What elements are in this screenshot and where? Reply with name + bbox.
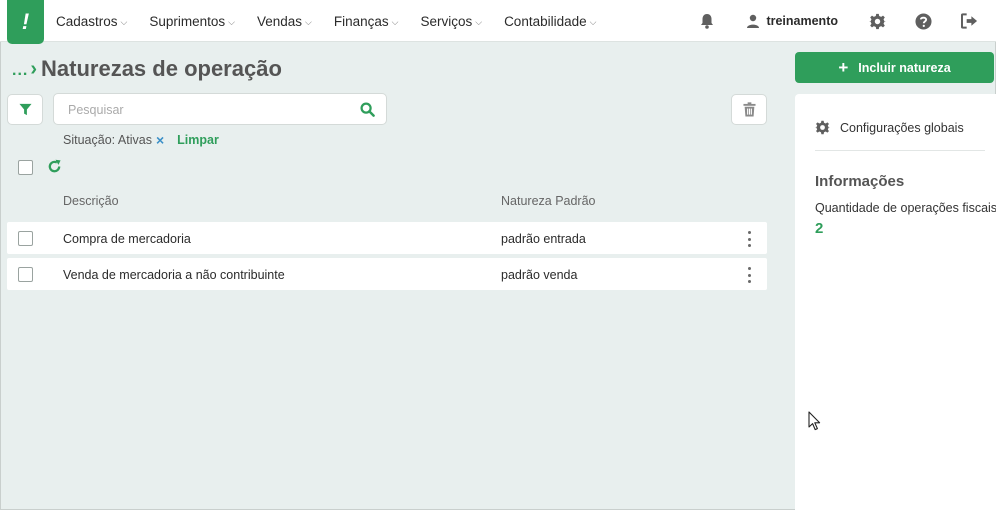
username: treinamento [766,14,838,28]
help-icon[interactable] [912,10,934,32]
kebab-icon[interactable] [743,231,755,247]
user-menu[interactable]: treinamento [746,14,838,28]
page-title: Naturezas de operação [41,56,282,81]
kebab-icon[interactable] [743,267,755,283]
breadcrumb: ... › Naturezas de operação [12,56,282,82]
column-header-natureza[interactable]: Natureza Padrão [501,194,596,208]
divider [815,150,985,151]
delete-button[interactable] [731,94,767,125]
gear-icon[interactable] [866,10,888,32]
menu-label: Cadastros [56,13,118,29]
clear-filters-link[interactable]: Limpar [177,133,219,147]
include-button-label: Incluir natureza [858,60,951,75]
chevron-down-icon: ⌵ [305,16,312,27]
top-navbar: ! Cadastros ⌵ Suprimentos ⌵ Vendas ⌵ Finanç… [0,0,996,44]
info-panel: Configurações globais Informações Quanti… [795,94,996,510]
menu-suprimentos[interactable]: Suprimentos ⌵ [149,14,235,29]
table-row[interactable]: Compra de mercadoria padrão entrada [7,222,767,254]
menu-servicos[interactable]: Serviços ⌵ [420,14,482,29]
filter-button[interactable] [7,94,43,125]
main-menu: Cadastros ⌵ Suprimentos ⌵ Vendas ⌵ Finanças… [56,0,618,42]
select-all-checkbox[interactable] [18,160,33,175]
info-count: 2 [815,220,824,237]
menu-vendas[interactable]: Vendas ⌵ [257,14,312,29]
menu-cadastros[interactable]: Cadastros ⌵ [56,14,127,29]
bell-icon[interactable] [696,10,718,32]
row-checkbox[interactable] [18,231,33,246]
filter-icon [18,103,32,116]
global-config-label: Configurações globais [840,120,964,135]
chevron-down-icon: ⌵ [589,16,597,27]
info-label: Quantidade de operações fiscais [815,201,996,215]
app-logo[interactable]: ! [7,0,44,44]
row-checkbox[interactable] [18,267,33,282]
chevron-down-icon: ⌵ [391,16,399,27]
menu-label: Contabilidade [504,13,587,29]
row-descricao: Compra de mercadoria [63,232,191,246]
search-input[interactable] [68,101,348,119]
include-natureza-button[interactable]: + Incluir natureza [795,52,994,83]
menu-financas[interactable]: Finanças ⌵ [334,14,399,29]
global-config-link[interactable]: Configurações globais [815,120,964,135]
menu-label: Suprimentos [149,13,226,29]
logo-mark: ! [21,9,30,34]
menu-label: Serviços [420,13,473,29]
mouse-cursor-icon [808,411,821,431]
chevron-down-icon: ⌵ [228,16,235,27]
logout-icon[interactable] [958,10,980,32]
active-filters: Situação: Ativas × Limpar [63,132,219,148]
close-icon[interactable]: × [156,132,164,148]
table-row[interactable]: Venda de mercadoria a não contribuinte p… [7,258,767,290]
row-descricao: Venda de mercadoria a não contribuinte [63,268,285,282]
search-box [53,93,387,125]
refresh-icon[interactable] [47,159,62,174]
column-header-descricao[interactable]: Descrição [63,194,119,208]
trash-icon [742,102,756,117]
menu-contabilidade[interactable]: Contabilidade ⌵ [504,14,596,29]
breadcrumb-more[interactable]: ... [12,62,28,80]
row-natureza: padrão venda [501,268,578,282]
chevron-down-icon: ⌵ [475,16,483,27]
row-natureza: padrão entrada [501,232,586,246]
menu-label: Vendas [256,13,303,29]
search-icon[interactable] [360,102,375,117]
filter-chip-label: Situação: Ativas [63,133,152,147]
top-right-actions: treinamento [696,0,996,42]
user-icon [747,14,760,28]
plus-icon: + [838,57,849,77]
gear-icon [815,120,830,135]
chevron-down-icon: ⌵ [120,16,128,27]
chevron-right-icon: › [30,57,38,80]
info-title: Informações [815,173,905,190]
menu-label: Finanças [333,13,389,29]
